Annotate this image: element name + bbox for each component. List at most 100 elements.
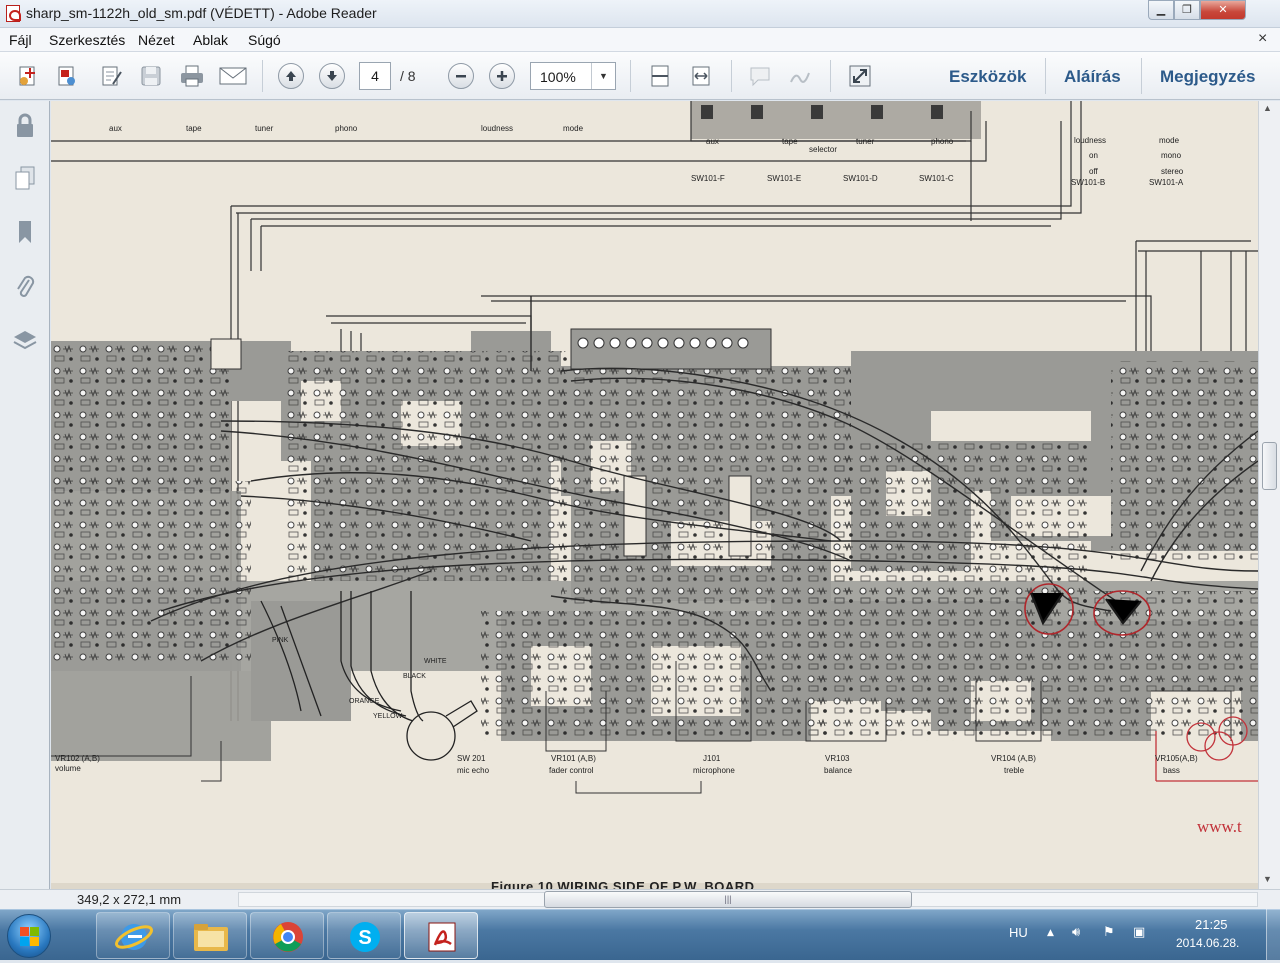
label-microphone: microphone	[693, 766, 735, 775]
toolbar-separator	[1045, 58, 1046, 94]
toolbar-separator	[262, 60, 263, 92]
taskbar-internet-explorer[interactable]	[96, 912, 170, 959]
show-hidden-icons-icon[interactable]: ▲	[1047, 928, 1054, 938]
label-treble: treble	[1004, 766, 1025, 775]
taskbar: S	[0, 909, 1280, 960]
toolbar-separator	[830, 60, 831, 92]
network-icon[interactable]: ▣	[1133, 925, 1145, 940]
taskbar-adobe-reader[interactable]	[404, 912, 478, 959]
zoom-value: 100%	[540, 69, 576, 85]
windows-logo-icon	[20, 927, 40, 947]
zoom-in-button[interactable]	[489, 63, 515, 89]
maximize-button[interactable]: ❐	[1174, 0, 1200, 20]
label-balance: balance	[824, 766, 853, 775]
label-selector-aux: aux	[706, 137, 719, 146]
volume-icon[interactable]: 🔊︎	[1072, 925, 1080, 940]
close-document-icon[interactable]: ×	[1258, 30, 1267, 48]
label-mode-switch: mode	[1159, 136, 1180, 145]
label-vr104-ref: VR104 (A,B)	[991, 754, 1036, 763]
clock-date[interactable]: 2014.06.28.	[1176, 936, 1239, 950]
page-number-input[interactable]: 4	[359, 62, 391, 90]
label-vr102-ref: VR102 (A,B)	[55, 754, 100, 763]
label-loudness-switch: loudness	[1074, 136, 1107, 145]
internet-explorer-icon	[115, 924, 153, 950]
taskbar-chrome[interactable]	[250, 912, 324, 959]
previous-page-button[interactable]	[278, 63, 304, 89]
horizontal-scroll-thumb[interactable]: |||	[544, 891, 912, 908]
schematic-labels: aux tape tuner phono loudness mode aux t…	[51, 101, 1258, 889]
vertical-scrollbar[interactable]: ▲ ▼	[1258, 101, 1280, 889]
bookmarks-icon[interactable]	[11, 217, 39, 247]
title-bar: sharp_sm-1122h_old_sm.pdf (VÉDETT) - Ado…	[0, 0, 1280, 28]
menu-bar: Fájl Szerkesztés Nézet Ablak Súgó ×	[0, 28, 1280, 52]
wire-label-pink: PINK	[272, 637, 289, 644]
pages-icon[interactable]	[11, 163, 39, 193]
scroll-down-icon[interactable]: ▼	[1263, 874, 1272, 884]
clock-time[interactable]: 21:25	[1195, 917, 1228, 932]
adobe-pdf-icon	[6, 5, 21, 22]
export-pdf-icon[interactable]	[53, 62, 81, 90]
attachments-icon[interactable]	[11, 271, 39, 301]
edit-pdf-icon[interactable]	[97, 62, 125, 90]
email-icon[interactable]	[219, 62, 247, 90]
toolbar-separator	[630, 60, 631, 92]
label-volume: volume	[55, 764, 81, 773]
zoom-out-button[interactable]	[448, 63, 474, 89]
lock-icon[interactable]	[11, 111, 39, 141]
sign-link[interactable]: Aláírás	[1064, 67, 1121, 87]
label-vr103-ref: VR103	[825, 754, 850, 763]
label-vr101-ref: VR101 (A,B)	[551, 754, 596, 763]
language-indicator[interactable]: HU	[1009, 925, 1028, 940]
menu-window[interactable]: Ablak	[193, 32, 228, 48]
menu-help[interactable]: Súgó	[248, 32, 281, 48]
show-desktop-button[interactable]	[1266, 909, 1280, 960]
next-page-button[interactable]	[319, 63, 345, 89]
minimize-button[interactable]: ▁	[1148, 0, 1174, 20]
save-icon[interactable]	[137, 62, 165, 90]
menu-edit[interactable]: Szerkesztés	[49, 32, 125, 48]
label-tape: tape	[186, 124, 202, 133]
label-mode: mode	[563, 124, 584, 133]
wire-label-yellow: YELLOW	[373, 713, 403, 720]
label-off: off	[1089, 167, 1098, 176]
wire-label-black: BLACK	[403, 673, 426, 680]
create-pdf-icon[interactable]	[14, 62, 42, 90]
zoom-select[interactable]: 100% ▼	[530, 62, 616, 90]
close-button[interactable]: ✕	[1200, 0, 1246, 20]
menu-view[interactable]: Nézet	[138, 32, 175, 48]
document-view[interactable]: aux tape tuner phono loudness mode aux t…	[51, 101, 1258, 889]
toolbar-separator	[1141, 58, 1142, 94]
taskbar-file-explorer[interactable]	[173, 912, 247, 959]
vertical-scroll-thumb[interactable]	[1262, 442, 1277, 490]
layers-icon[interactable]	[11, 325, 39, 355]
label-sw101f: SW101-F	[691, 174, 725, 183]
chevron-down-icon[interactable]: ▼	[591, 63, 615, 89]
full-screen-icon[interactable]	[846, 62, 874, 90]
label-sw101a: SW101-A	[1149, 178, 1184, 187]
folder-icon	[194, 924, 228, 951]
action-center-flag-icon[interactable]: ⚑	[1103, 925, 1115, 940]
menu-file[interactable]: Fájl	[9, 32, 32, 48]
label-mono: mono	[1161, 151, 1182, 160]
start-button[interactable]	[7, 914, 51, 958]
scroll-up-icon[interactable]: ▲	[1263, 103, 1272, 113]
label-selector-tape: tape	[782, 137, 798, 146]
print-icon[interactable]	[178, 62, 206, 90]
fit-width-icon[interactable]	[687, 62, 715, 90]
label-sw101d: SW101-D	[843, 174, 878, 183]
label-stereo: stereo	[1161, 167, 1184, 176]
fit-page-icon[interactable]	[646, 62, 674, 90]
comment-link[interactable]: Megjegyzés	[1160, 67, 1255, 87]
label-on: on	[1089, 151, 1098, 160]
wire-label-white: WHITE	[424, 658, 447, 665]
sign-icon	[786, 62, 814, 90]
label-sw101c: SW101-C	[919, 174, 954, 183]
label-aux: aux	[109, 124, 122, 133]
label-selector-tuner: tuner	[856, 137, 875, 146]
tools-link[interactable]: Eszközök	[949, 67, 1026, 87]
label-selector-phono: phono	[931, 137, 954, 146]
taskbar-skype[interactable]: S	[327, 912, 401, 959]
label-j101-ref: J101	[703, 754, 721, 763]
toolbar-separator	[731, 60, 732, 92]
page-dimensions: 349,2 x 272,1 mm	[77, 892, 182, 907]
